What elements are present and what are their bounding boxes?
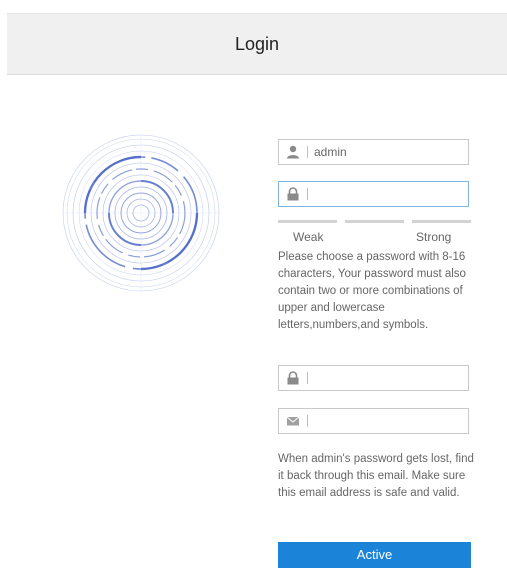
email-hint: When admin's password gets lost, find it… [278,453,474,499]
strength-bar-weak [278,220,337,223]
strength-bar-strong [412,220,471,223]
active-button[interactable]: Active [278,542,471,568]
envelope-icon [286,414,300,428]
username-field[interactable]: admin [278,139,469,165]
password-strength-meter [278,220,471,224]
password-field[interactable] [278,181,469,207]
lock-icon [286,187,300,201]
field-separator [307,415,308,427]
lock-icon [286,371,300,385]
user-icon [286,145,300,159]
field-separator [307,146,308,158]
logo-graphic [62,134,220,292]
email-field[interactable] [278,408,469,434]
field-separator [307,372,308,384]
strength-bar-medium [345,220,404,223]
page-header: Login [7,13,507,75]
page-title: Login [234,33,280,54]
strength-strong-label: Strong [416,230,452,244]
strength-weak-label: Weak [293,230,324,244]
password-hint: Please choose a password with 8-16 chara… [278,251,466,331]
field-separator [307,188,308,200]
username-value: admin [314,145,347,159]
confirm-password-field[interactable] [278,365,469,391]
